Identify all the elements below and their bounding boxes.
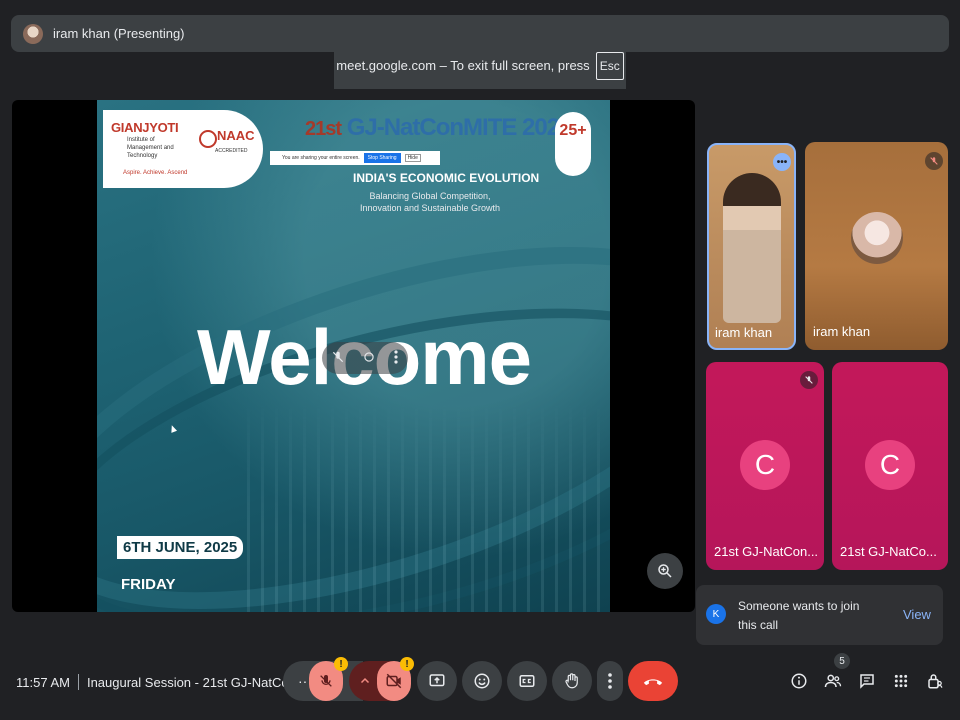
hide-button[interactable]: Hide bbox=[404, 154, 421, 162]
zoom-in-icon bbox=[658, 564, 672, 578]
more-options-button[interactable] bbox=[597, 661, 623, 701]
more-options-icon[interactable] bbox=[393, 349, 399, 368]
join-request-notification: K Someone wants to join this call View bbox=[696, 585, 943, 645]
slide-subtheme: Balancing Global Competition, Innovation… bbox=[359, 191, 501, 213]
people-icon bbox=[824, 674, 842, 688]
camera-off-icon bbox=[386, 673, 402, 689]
captions-icon bbox=[519, 675, 535, 687]
participant-video bbox=[723, 173, 781, 323]
participant-name: iram khan bbox=[715, 325, 773, 340]
camera-warning-icon: ! bbox=[400, 657, 414, 671]
anniversary-badge: 25+ bbox=[555, 112, 591, 176]
notification-message: Someone wants to join this call bbox=[738, 599, 860, 632]
meeting-title: Inaugural Session - 21st GJ-NatCo... bbox=[86, 674, 300, 690]
meeting-details: 11:57 AM Inaugural Session - 21st GJ-Nat… bbox=[16, 674, 299, 690]
view-button[interactable]: View bbox=[903, 607, 931, 622]
more-vert-icon bbox=[608, 673, 612, 689]
mic-muted-icon bbox=[925, 152, 943, 170]
end-call-icon bbox=[643, 679, 663, 686]
chat-button[interactable] bbox=[857, 671, 877, 691]
presenter-avatar bbox=[23, 23, 43, 44]
fullscreen-hint: meet.google.com – To exit full screen, p… bbox=[334, 42, 626, 89]
avatar bbox=[851, 212, 903, 264]
zoom-button[interactable] bbox=[647, 553, 683, 589]
avatar: C bbox=[740, 440, 790, 490]
chat-icon bbox=[860, 674, 874, 689]
event-day: FRIDAY bbox=[121, 576, 176, 593]
fullscreen-hint-text: meet.google.com – To exit full screen, p… bbox=[336, 58, 590, 73]
more-options-icon[interactable]: ••• bbox=[773, 153, 791, 171]
meeting-info-button[interactable] bbox=[789, 671, 809, 691]
event-date: 6TH JUNE, 2025 bbox=[117, 536, 244, 559]
present-screen-icon bbox=[429, 674, 445, 687]
participant-name: 21st GJ-NatCon... bbox=[714, 544, 819, 559]
chevron-up-icon bbox=[360, 677, 370, 684]
participant-tile[interactable]: iram khan bbox=[805, 142, 948, 350]
stop-sharing-button[interactable]: Stop Sharing bbox=[363, 153, 401, 163]
conference-title: 21st GJ-NatConMITE 2025 bbox=[305, 114, 572, 141]
hand-icon bbox=[565, 673, 578, 689]
pin-icon[interactable] bbox=[362, 350, 376, 367]
people-count-badge: 5 bbox=[834, 653, 850, 669]
raise-hand-button[interactable] bbox=[552, 661, 592, 701]
participant-tile[interactable]: C 21st GJ-NatCo... bbox=[832, 362, 948, 570]
clock: 11:57 AM bbox=[16, 674, 70, 690]
reactions-button[interactable] bbox=[462, 661, 502, 701]
leave-call-button[interactable] bbox=[628, 661, 678, 701]
naac-icon bbox=[199, 130, 217, 148]
activities-button[interactable] bbox=[891, 671, 911, 691]
institute-logo: GIANJYOTI Institute of Management and Te… bbox=[103, 110, 263, 188]
participant-name: 21st GJ-NatCo... bbox=[840, 544, 937, 559]
lock-person-icon bbox=[928, 674, 943, 689]
mic-off-icon bbox=[320, 675, 332, 687]
captions-button[interactable] bbox=[507, 661, 547, 701]
slide-theme: INDIA'S ECONOMIC EVOLUTION bbox=[353, 171, 540, 185]
participant-tile[interactable]: ••• iram khan bbox=[707, 143, 796, 350]
emoji-icon bbox=[474, 673, 490, 689]
presentation-stage: GIANJYOTI Institute of Management and Te… bbox=[12, 100, 695, 612]
avatar: C bbox=[865, 440, 915, 490]
host-controls-button[interactable] bbox=[925, 671, 945, 691]
mic-off-icon[interactable] bbox=[331, 350, 345, 367]
participant-tile[interactable]: C 21st GJ-NatCon... bbox=[706, 362, 824, 570]
divider bbox=[77, 674, 79, 690]
present-button[interactable] bbox=[417, 661, 457, 701]
mic-warning-icon: ! bbox=[334, 657, 348, 671]
participant-name: iram khan bbox=[813, 324, 871, 339]
esc-key: Esc bbox=[595, 51, 624, 80]
info-icon bbox=[791, 673, 807, 689]
people-button[interactable] bbox=[823, 671, 843, 691]
apps-grid-icon bbox=[894, 674, 908, 688]
presenting-label: iram khan (Presenting) bbox=[53, 26, 185, 41]
avatar: K bbox=[706, 604, 726, 624]
tile-hover-controls bbox=[322, 342, 408, 374]
screen-share-banner: You are sharing your entire screen. Stop… bbox=[270, 151, 440, 165]
mic-muted-icon bbox=[800, 371, 818, 389]
